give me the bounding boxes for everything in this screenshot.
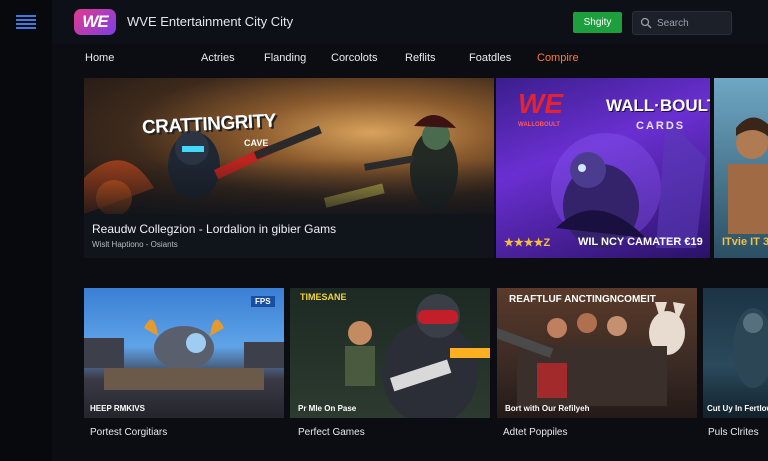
card-1-artwork [84,319,284,390]
tab-compire[interactable]: Compire [537,52,579,64]
nav-tabs: Home Actries Flanding Corcolots Reflits … [52,44,768,72]
tab-home[interactable]: Home [85,52,114,64]
promo-badge-sub: WALLOBOULT [518,122,560,128]
peek-caption: ITvie IT 3 [722,236,768,248]
tab-foatdles[interactable]: Foatdles [469,52,511,64]
tab-reflits[interactable]: Reflits [405,52,436,64]
search-input[interactable] [655,14,729,32]
card-4-overlay: Cut Uy In Fertlow [707,404,768,413]
hero-game-logo-sub: CAVE [244,138,269,148]
promo-card[interactable]: WE WALLOBOULT WALL·BOULT CARDS ★★★★Z WIL… [496,78,710,258]
search-icon [640,17,652,29]
featured-hero-card[interactable]: CRATTINGRITY CAVE Reaudw Collegzion - Lo… [84,78,494,258]
game-card-2[interactable]: TIMESANE Pr Mle On Pase [290,288,490,418]
brand-logo[interactable]: WE [74,9,116,35]
card-4-label[interactable]: Puls Clrites [708,427,759,438]
card-2-overlay: Pr Mle On Pase [298,404,357,413]
card-2-tag: TIMESANE [300,292,347,302]
search-box[interactable] [632,11,732,35]
card-2-artwork [345,294,490,418]
tab-flanding[interactable]: Flanding [264,52,306,64]
card-1-tag: FPS [251,296,275,307]
card-1-label[interactable]: Portest Corgitiars [90,427,167,438]
hero-artwork [84,78,494,216]
top-bar: WE WVE Entertainment City City Shgity [52,0,768,44]
game-card-1[interactable]: FPS HEEP RMKIVS [84,288,284,418]
peek-card[interactable]: ITvie IT 3 [714,78,768,258]
peek-artwork [728,117,768,234]
sidebar [0,0,52,461]
rating-stars-icon: ★★★★Z [504,237,551,249]
game-card-4[interactable]: Cut Uy In Fertlow [703,288,768,418]
promo-heading-2: CARDS [636,120,686,132]
card-3-label[interactable]: Adtet Poppiles [503,427,568,438]
app-title: WVE Entertainment City City [127,14,294,29]
card-1-overlay: HEEP RMKIVS [90,404,145,413]
signup-button[interactable]: Shgity [573,12,622,33]
tab-actries[interactable]: Actries [201,52,235,64]
promo-caption: WIL NCY CAMATER €19 [578,236,703,248]
game-card-3[interactable]: REAFTLUF ANCTINGNCOMEIT Bort with Our Re… [497,288,697,418]
hamburger-menu-icon[interactable] [16,13,36,29]
promo-heading-1: WALL·BOULT [606,96,710,115]
hero-subtitle: Wislt Haptiono - Osiants [92,240,178,249]
card-4-artwork [733,308,768,388]
card-2-label[interactable]: Perfect Games [298,427,365,438]
promo-badge: WE [518,88,564,119]
hero-characters-image [84,78,494,216]
card-3-tag: REAFTLUF ANCTINGNCOMEIT [509,294,656,305]
card-3-overlay: Bort with Our Refilyeh [505,404,590,413]
hero-title[interactable]: Reaudw Collegzion - Lordalion in gibier … [92,222,336,236]
tab-corcolots[interactable]: Corcolots [331,52,377,64]
card-3-artwork [497,302,685,406]
